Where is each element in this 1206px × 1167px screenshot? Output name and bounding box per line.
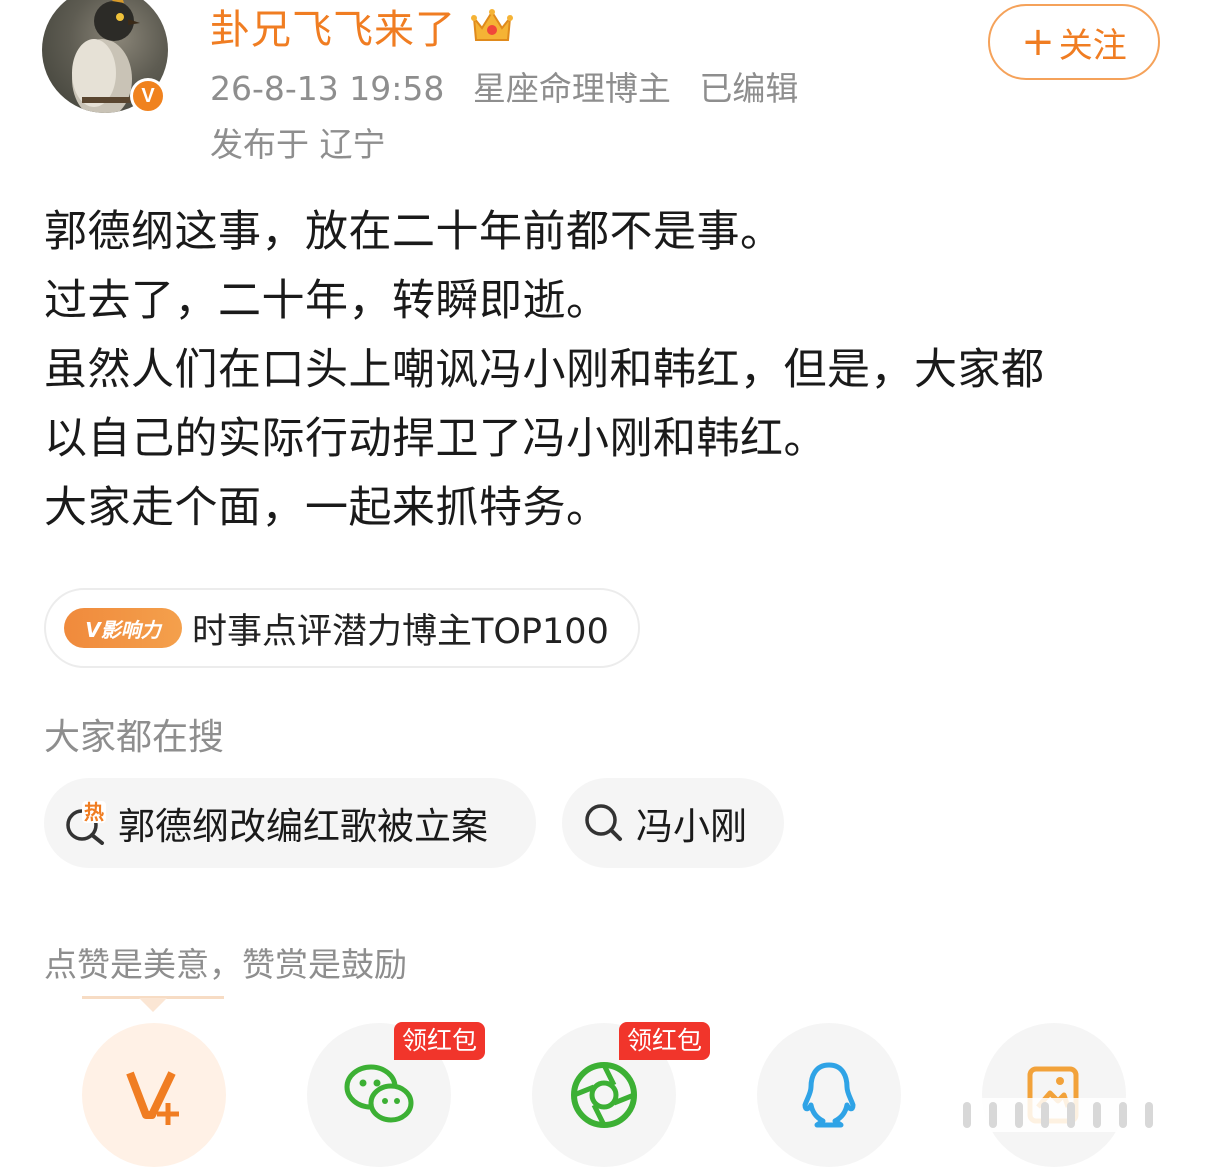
influence-text: 时事点评潜力博主TOP100 (192, 611, 609, 652)
trending-search-item[interactable]: 热 郭德纲改编红歌被立案 (44, 778, 536, 868)
post-location: 发布于 辽宁 (210, 125, 386, 164)
post-line: 大家走个面，一起来抓特务。 (44, 483, 610, 533)
influence-badge[interactable]: V影响力 时事点评潜力博主TOP100 (44, 588, 640, 668)
v-plus-icon (126, 1071, 179, 1125)
author-category: 星座命理博主 (472, 69, 671, 108)
trending-search-item[interactable]: 冯小刚 (562, 778, 784, 868)
post-line: 以自己的实际行动捍卫了冯小刚和韩红。 (44, 414, 827, 464)
search-item-label: 冯小刚 (636, 805, 747, 848)
v-plus-button[interactable] (82, 1023, 226, 1167)
edited-label[interactable]: 已编辑 (699, 69, 798, 108)
trending-search-title: 大家都在搜 (44, 717, 225, 758)
red-packet-tag: 领红包 (394, 1022, 486, 1060)
username-row: 卦兄飞飞来了 (210, 0, 514, 55)
crown-icon (471, 9, 513, 41)
post-line: 虽然人们在口头上嘲讽冯小刚和韩红，但是，大家都 (44, 345, 1045, 395)
search-item-label: 郭德纲改编红歌被立案 (118, 805, 488, 848)
influence-tag: V影响力 (64, 608, 182, 648)
reward-hint: 点赞是美意，赞赏是鼓励 (44, 945, 407, 984)
scroll-indicator (955, 1098, 1195, 1132)
post-line: 过去了，二十年，转瞬即逝。 (44, 276, 610, 326)
search-icon (585, 804, 622, 841)
username[interactable]: 卦兄飞飞来了 (210, 0, 456, 55)
red-packet-tag: 领红包 (619, 1022, 711, 1060)
qq-icon (802, 1062, 856, 1128)
wechat-icon (344, 1064, 414, 1123)
follow-label: 关注 (1058, 25, 1127, 66)
svg-text:热: 热 (84, 801, 104, 824)
post-line: 郭德纲这事，放在二十年前都不是事。 (44, 207, 784, 257)
plus-icon: + (1021, 19, 1055, 65)
follow-button[interactable]: + 关注 (988, 4, 1160, 80)
post-content: 郭德纲这事，放在二十年前都不是事。 过去了，二十年，转瞬即逝。 虽然人们在口头上… (44, 198, 1164, 543)
hot-search-icon: 热 (66, 801, 106, 845)
share-gallery-button[interactable] (982, 1023, 1126, 1167)
moments-icon (571, 1062, 637, 1128)
verified-badge-icon: V (130, 78, 166, 114)
reward-pointer-arrow (139, 998, 167, 1012)
post-meta: 26-8-13 19:58 星座命理博主 已编辑 (210, 62, 816, 110)
post-time: 26-8-13 19:58 (210, 69, 445, 108)
share-qq-button[interactable] (757, 1023, 901, 1167)
